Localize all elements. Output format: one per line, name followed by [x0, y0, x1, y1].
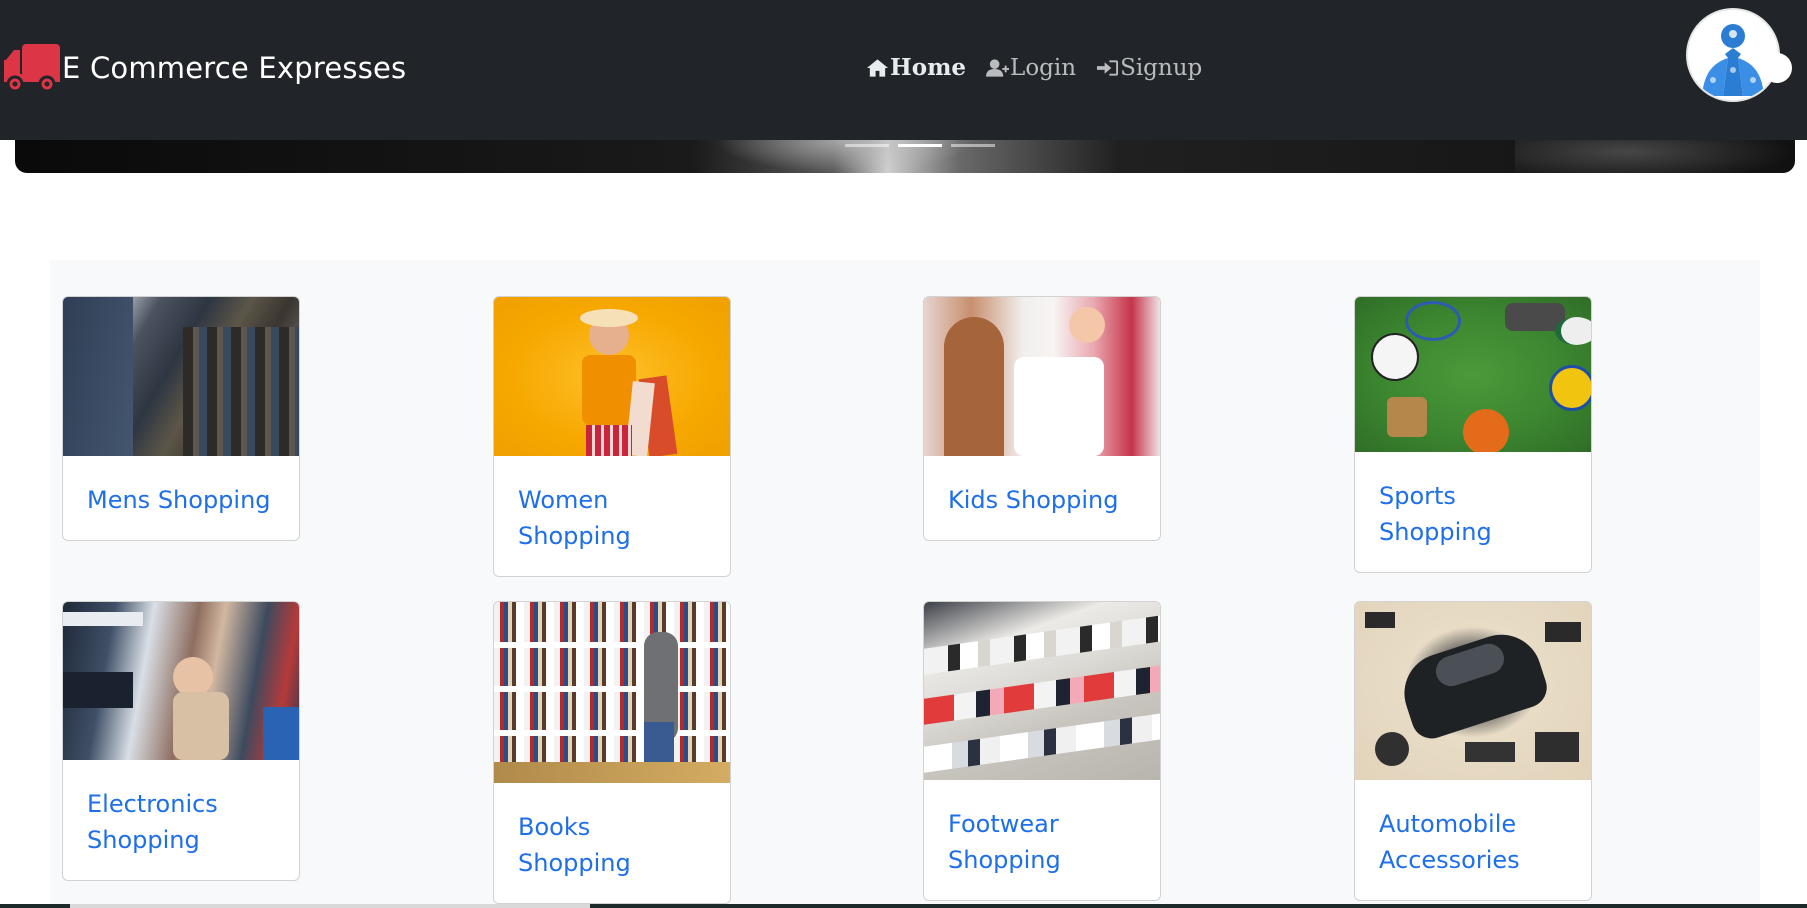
avatar-image [1688, 10, 1778, 100]
category-card-kids[interactable]: Kids Shopping [923, 296, 1161, 541]
woman-with-shopping-bags-photo [494, 297, 730, 456]
home-icon [866, 58, 889, 77]
carousel-indicator-1[interactable] [845, 144, 889, 147]
category-title[interactable]: Kids Shopping [948, 486, 1118, 514]
carousel-indicator-3[interactable] [951, 144, 995, 147]
avatar-status-dot [1762, 53, 1792, 83]
categories-section: Mens Shopping Women Shopping Kids Shoppi… [50, 260, 1760, 908]
card-body: Sports Shopping [1355, 452, 1591, 572]
category-title[interactable]: Electronics Shopping [87, 790, 218, 854]
scrollbar-thumb[interactable] [70, 904, 590, 908]
card-body: Books Shopping [494, 783, 730, 903]
nav-signup-label: Signup [1120, 54, 1203, 81]
category-title[interactable]: Mens Shopping [87, 486, 271, 514]
card-body: Electronics Shopping [63, 760, 299, 880]
carousel-indicators [845, 144, 995, 147]
card-body: Mens Shopping [63, 456, 299, 540]
card-body: Women Shopping [494, 456, 730, 576]
carousel-indicator-2[interactable] [898, 144, 942, 147]
mens-clothing-rack-photo [63, 297, 299, 456]
nav-links: Home Login Signup [866, 54, 1202, 81]
truck-icon [4, 44, 60, 92]
category-title[interactable]: Footwear Shopping [948, 810, 1061, 874]
sports-equipment-on-grass-photo [1355, 297, 1591, 452]
horizontal-scrollbar[interactable] [0, 904, 1807, 908]
category-title[interactable]: Books Shopping [518, 813, 631, 877]
page: E Commerce Expresses Home Login Signup M… [0, 0, 1807, 908]
nav-home-label: Home [890, 54, 967, 81]
category-card-mens[interactable]: Mens Shopping [62, 296, 300, 541]
category-title[interactable]: Sports Shopping [1379, 482, 1492, 546]
shoe-display-shelves-photo [924, 602, 1160, 780]
nav-signup[interactable]: Signup [1096, 55, 1202, 81]
category-title[interactable]: Automobile Accessories [1379, 810, 1520, 874]
nav-home[interactable]: Home [866, 54, 966, 81]
category-card-electronics[interactable]: Electronics Shopping [62, 601, 300, 881]
category-card-automobile[interactable]: Automobile Accessories [1354, 601, 1592, 901]
card-body: Kids Shopping [924, 456, 1160, 540]
kids-clothing-store-photo [924, 297, 1160, 456]
category-card-sports[interactable]: Sports Shopping [1354, 296, 1592, 573]
user-avatar[interactable] [1686, 8, 1780, 102]
electronics-store-shelves-photo [63, 602, 299, 760]
card-body: Footwear Shopping [924, 780, 1160, 900]
navbar: E Commerce Expresses Home Login Signup [0, 0, 1807, 140]
nav-login-label: Login [1010, 54, 1077, 81]
car-and-parts-photo [1355, 602, 1591, 780]
category-card-footwear[interactable]: Footwear Shopping [923, 601, 1161, 901]
bookstore-shelves-photo [494, 602, 730, 783]
sign-in-icon [1097, 59, 1119, 76]
category-card-women[interactable]: Women Shopping [493, 296, 731, 577]
category-title[interactable]: Women Shopping [518, 486, 631, 550]
nav-login[interactable]: Login [986, 55, 1076, 81]
brand[interactable]: E Commerce Expresses [2, 44, 406, 92]
card-body: Automobile Accessories [1355, 780, 1591, 900]
category-card-books[interactable]: Books Shopping [493, 601, 731, 904]
brand-name: E Commerce Expresses [62, 51, 407, 85]
user-plus-icon [986, 58, 1010, 77]
